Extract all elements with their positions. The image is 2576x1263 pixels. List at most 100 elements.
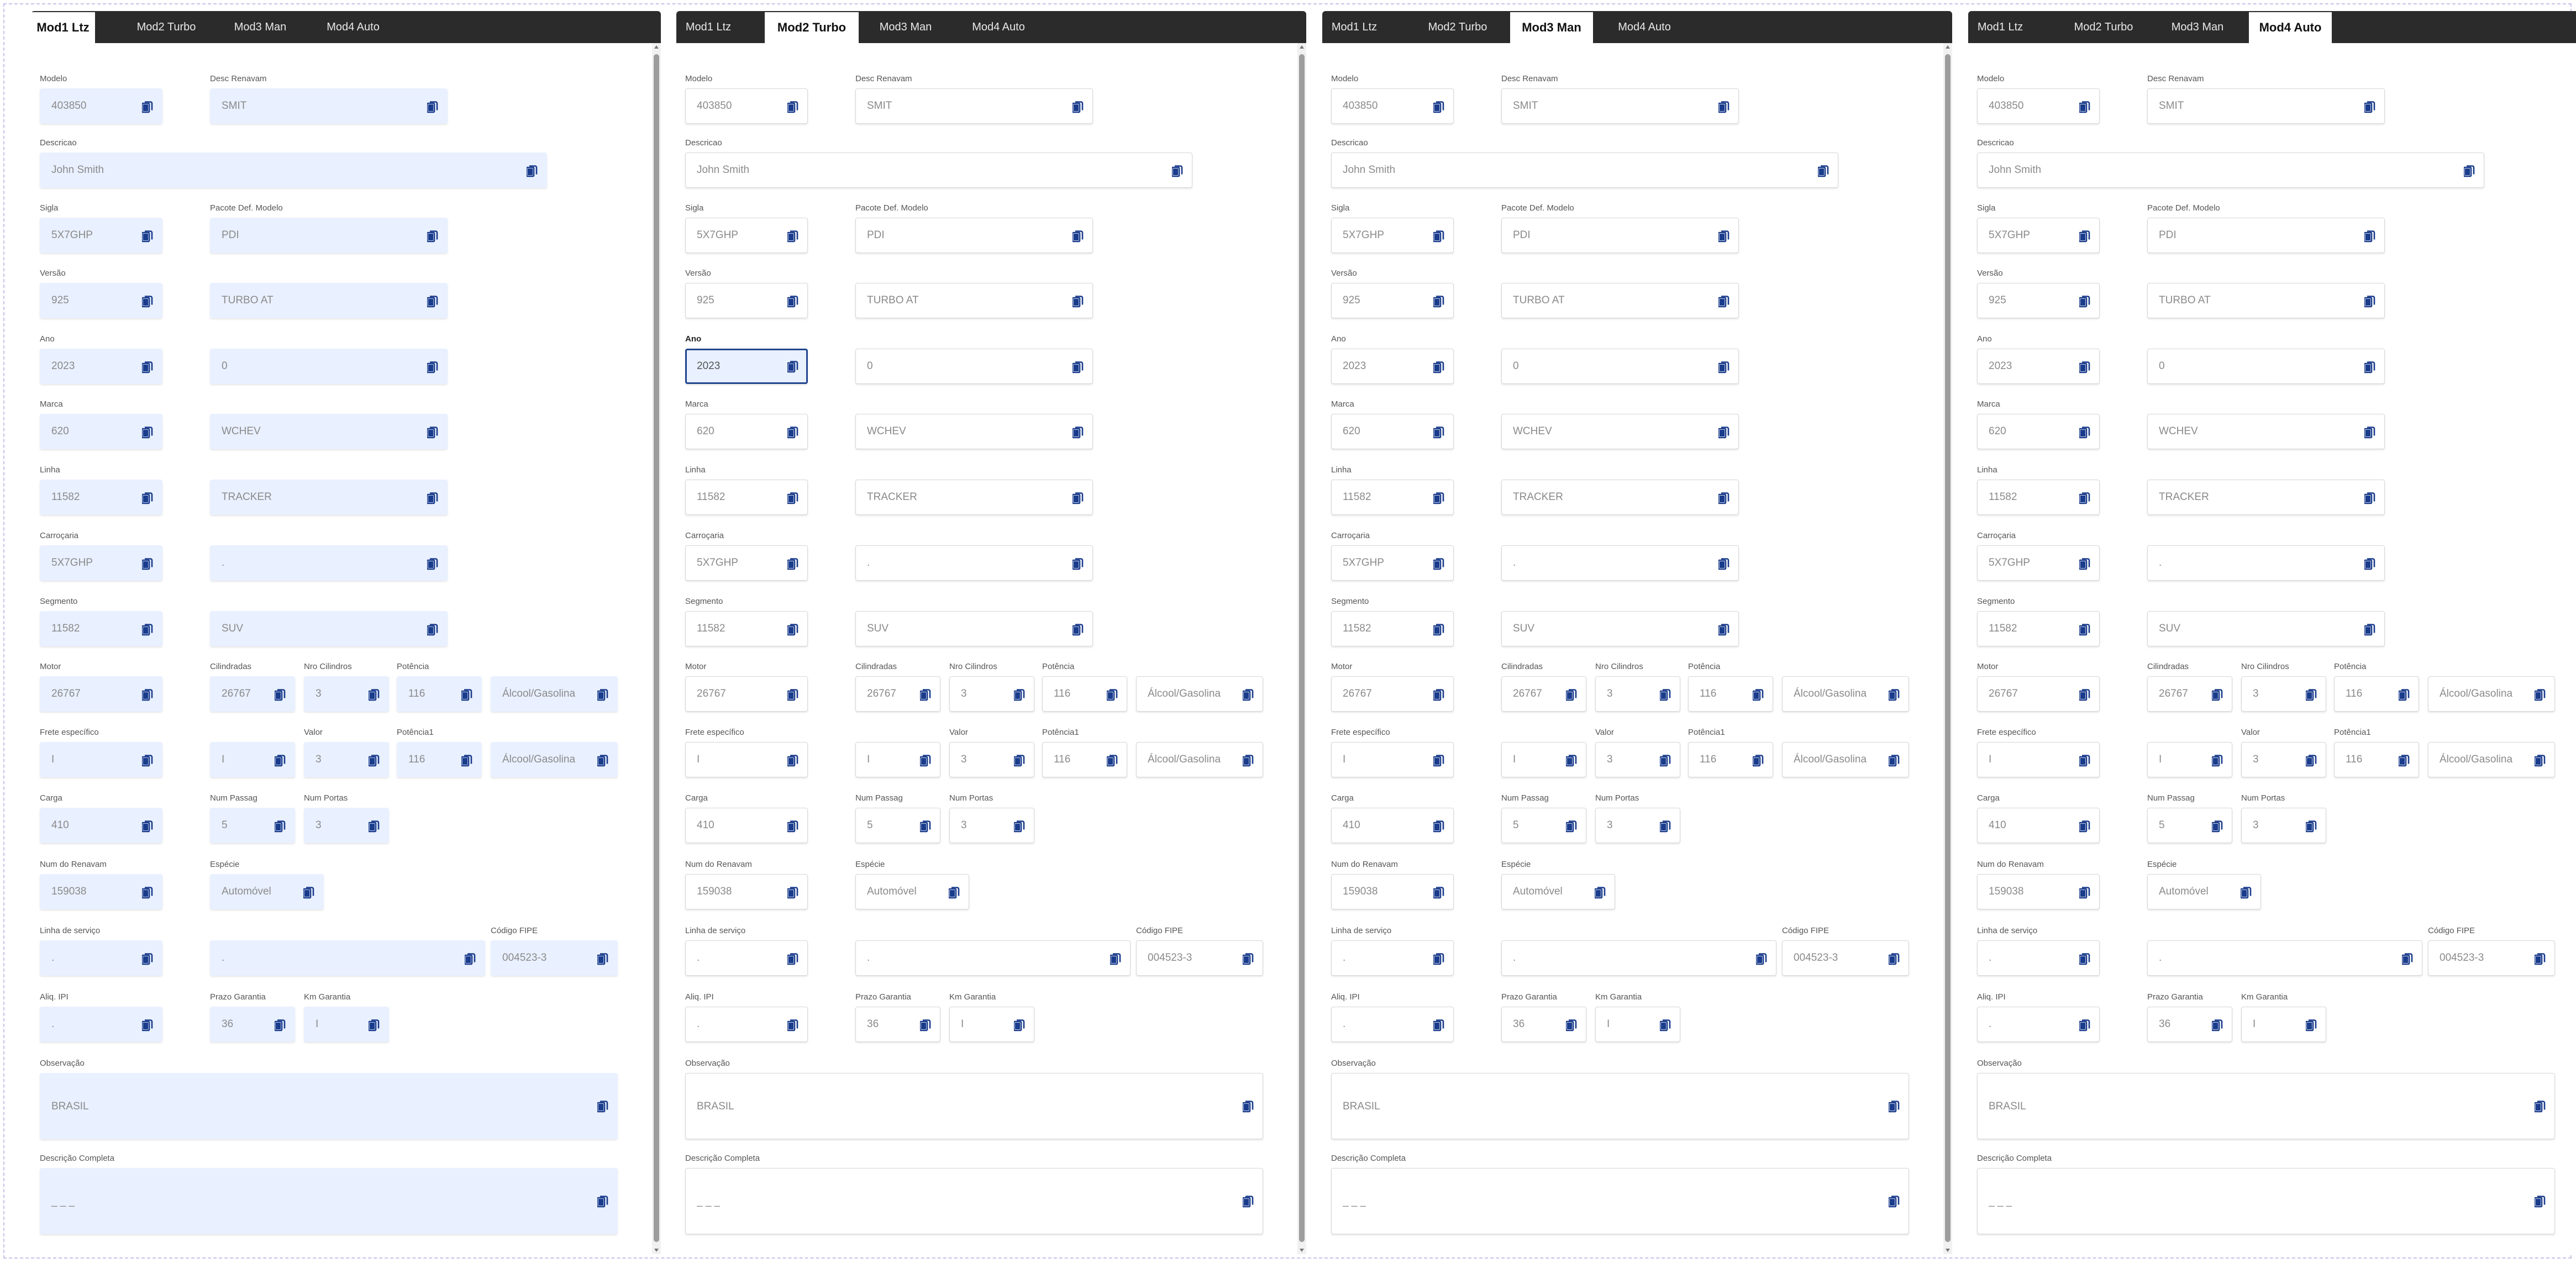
segmento-desc-field[interactable]: SUV	[855, 611, 1093, 646]
tab-2[interactable]: Mod2 Turbo	[2057, 11, 2151, 43]
observacao-field[interactable]: BRASIL	[1977, 1073, 2555, 1139]
copy-icon[interactable]	[2078, 230, 2090, 243]
marca-field[interactable]: 620	[1977, 414, 2100, 449]
copy-icon[interactable]	[141, 755, 153, 767]
pacote-field[interactable]: PDI	[210, 218, 448, 253]
copy-icon[interactable]	[1717, 624, 1729, 636]
copy-icon[interactable]	[1659, 689, 1671, 701]
observacao-field[interactable]: BRASIL	[685, 1073, 1263, 1139]
potencia1-field[interactable]: 116	[1688, 742, 1773, 777]
copy-icon[interactable]	[2533, 689, 2546, 701]
copy-icon[interactable]	[1109, 953, 1121, 965]
copy-icon[interactable]	[1071, 296, 1084, 308]
scroll-up-arrow-icon[interactable]	[1946, 45, 1950, 49]
copy-icon[interactable]	[2078, 427, 2090, 439]
copy-icon[interactable]	[141, 887, 153, 899]
copy-icon[interactable]	[2078, 1019, 2090, 1032]
modelo-field[interactable]: 403850	[1977, 88, 2100, 124]
copy-icon[interactable]	[2363, 492, 2375, 504]
copy-icon[interactable]	[1888, 755, 1900, 767]
carrocaria-desc-field[interactable]: .	[855, 545, 1093, 581]
linha-servico-desc-field[interactable]: .	[855, 940, 1131, 976]
sigla-field[interactable]: 5X7GHP	[1331, 218, 1454, 253]
km-garantia-field[interactable]: I	[949, 1007, 1034, 1042]
copy-icon[interactable]	[2305, 820, 2317, 833]
copy-icon[interactable]	[2078, 558, 2090, 570]
copy-icon[interactable]	[919, 820, 931, 833]
cilindradas-field[interactable]: 26767	[1501, 676, 1586, 712]
copy-icon[interactable]	[1432, 624, 1444, 636]
num-portas-field[interactable]: 3	[2241, 808, 2326, 843]
prazo-garantia-field[interactable]: 36	[855, 1007, 940, 1042]
segmento-field[interactable]: 11582	[685, 611, 808, 646]
potencia1-field[interactable]: 116	[1042, 742, 1127, 777]
scroll-down-arrow-icon[interactable]	[1300, 1249, 1304, 1252]
scroll-up-arrow-icon[interactable]	[1300, 45, 1304, 49]
copy-icon[interactable]	[1432, 953, 1444, 965]
num-passag-field[interactable]: 5	[1501, 808, 1586, 843]
copy-icon[interactable]	[1013, 755, 1025, 767]
copy-icon[interactable]	[1717, 427, 1729, 439]
nro-cilindros-field[interactable]: 3	[1595, 676, 1680, 712]
tab-2[interactable]: Mod2 Turbo	[765, 12, 859, 43]
tab-3[interactable]: Mod3 Man	[864, 11, 947, 43]
pacote-field[interactable]: PDI	[2147, 218, 2385, 253]
combustivel1-field[interactable]: Álcool/Gasolina	[1782, 742, 1909, 777]
scrollbar-thumb[interactable]	[1945, 54, 1951, 1242]
copy-icon[interactable]	[1171, 165, 1183, 177]
carrocaria-desc-field[interactable]: .	[2147, 545, 2385, 581]
motor-field[interactable]: 26767	[1977, 676, 2100, 712]
frete-field[interactable]: I	[40, 742, 162, 777]
copy-icon[interactable]	[302, 887, 314, 899]
copy-icon[interactable]	[786, 624, 798, 636]
copy-icon[interactable]	[1432, 296, 1444, 308]
linha-desc-field[interactable]: TRACKER	[1501, 480, 1739, 515]
frete-desc-field[interactable]: I	[855, 742, 940, 777]
copy-icon[interactable]	[919, 1019, 931, 1032]
copy-icon[interactable]	[786, 558, 798, 570]
linha-desc-field[interactable]: TRACKER	[855, 480, 1093, 515]
copy-icon[interactable]	[1432, 427, 1444, 439]
potencia-field[interactable]: 116	[1688, 676, 1773, 712]
descricao-field[interactable]: John Smith	[40, 152, 547, 188]
copy-icon[interactable]	[1432, 689, 1444, 701]
sigla-field[interactable]: 5X7GHP	[40, 218, 162, 253]
copy-icon[interactable]	[141, 820, 153, 833]
segmento-desc-field[interactable]: SUV	[210, 611, 448, 646]
copy-icon[interactable]	[786, 361, 798, 373]
scroll-down-arrow-icon[interactable]	[654, 1249, 659, 1252]
copy-icon[interactable]	[426, 492, 438, 504]
num-renavam-field[interactable]: 159038	[1977, 874, 2100, 909]
copy-icon[interactable]	[1071, 558, 1084, 570]
copy-icon[interactable]	[786, 755, 798, 767]
num-passag-field[interactable]: 5	[2147, 808, 2232, 843]
copy-icon[interactable]	[2363, 361, 2375, 373]
copy-icon[interactable]	[1071, 427, 1084, 439]
ano-field[interactable]: 2023	[1331, 349, 1454, 384]
copy-icon[interactable]	[141, 101, 153, 113]
linha-desc-field[interactable]: TRACKER	[2147, 480, 2385, 515]
codigo-fipe-field[interactable]: 004523-3	[1782, 940, 1909, 976]
copy-icon[interactable]	[141, 558, 153, 570]
combustivel-field[interactable]: Álcool/Gasolina	[491, 676, 618, 712]
ano-desc-field[interactable]: 0	[855, 349, 1093, 384]
copy-icon[interactable]	[1817, 165, 1829, 177]
frete-desc-field[interactable]: I	[210, 742, 295, 777]
copy-icon[interactable]	[1565, 689, 1577, 701]
copy-icon[interactable]	[1432, 361, 1444, 373]
tab-4[interactable]: Mod4 Auto	[957, 11, 1040, 43]
copy-icon[interactable]	[2239, 887, 2252, 899]
potencia1-field[interactable]: 116	[2334, 742, 2419, 777]
copy-icon[interactable]	[367, 820, 380, 833]
especie-field[interactable]: Automóvel	[210, 874, 324, 909]
vertical-scrollbar[interactable]	[1943, 43, 1952, 1254]
ano-desc-field[interactable]: 0	[210, 349, 448, 384]
descricao-field[interactable]: John Smith	[1977, 152, 2484, 188]
copy-icon[interactable]	[2078, 296, 2090, 308]
combustivel-field[interactable]: Álcool/Gasolina	[2428, 676, 2555, 712]
copy-icon[interactable]	[141, 492, 153, 504]
tab-1[interactable]: Mod1 Ltz	[676, 11, 740, 43]
copy-icon[interactable]	[1432, 1019, 1444, 1032]
linha-desc-field[interactable]: TRACKER	[210, 480, 448, 515]
prazo-garantia-field[interactable]: 36	[210, 1007, 295, 1042]
